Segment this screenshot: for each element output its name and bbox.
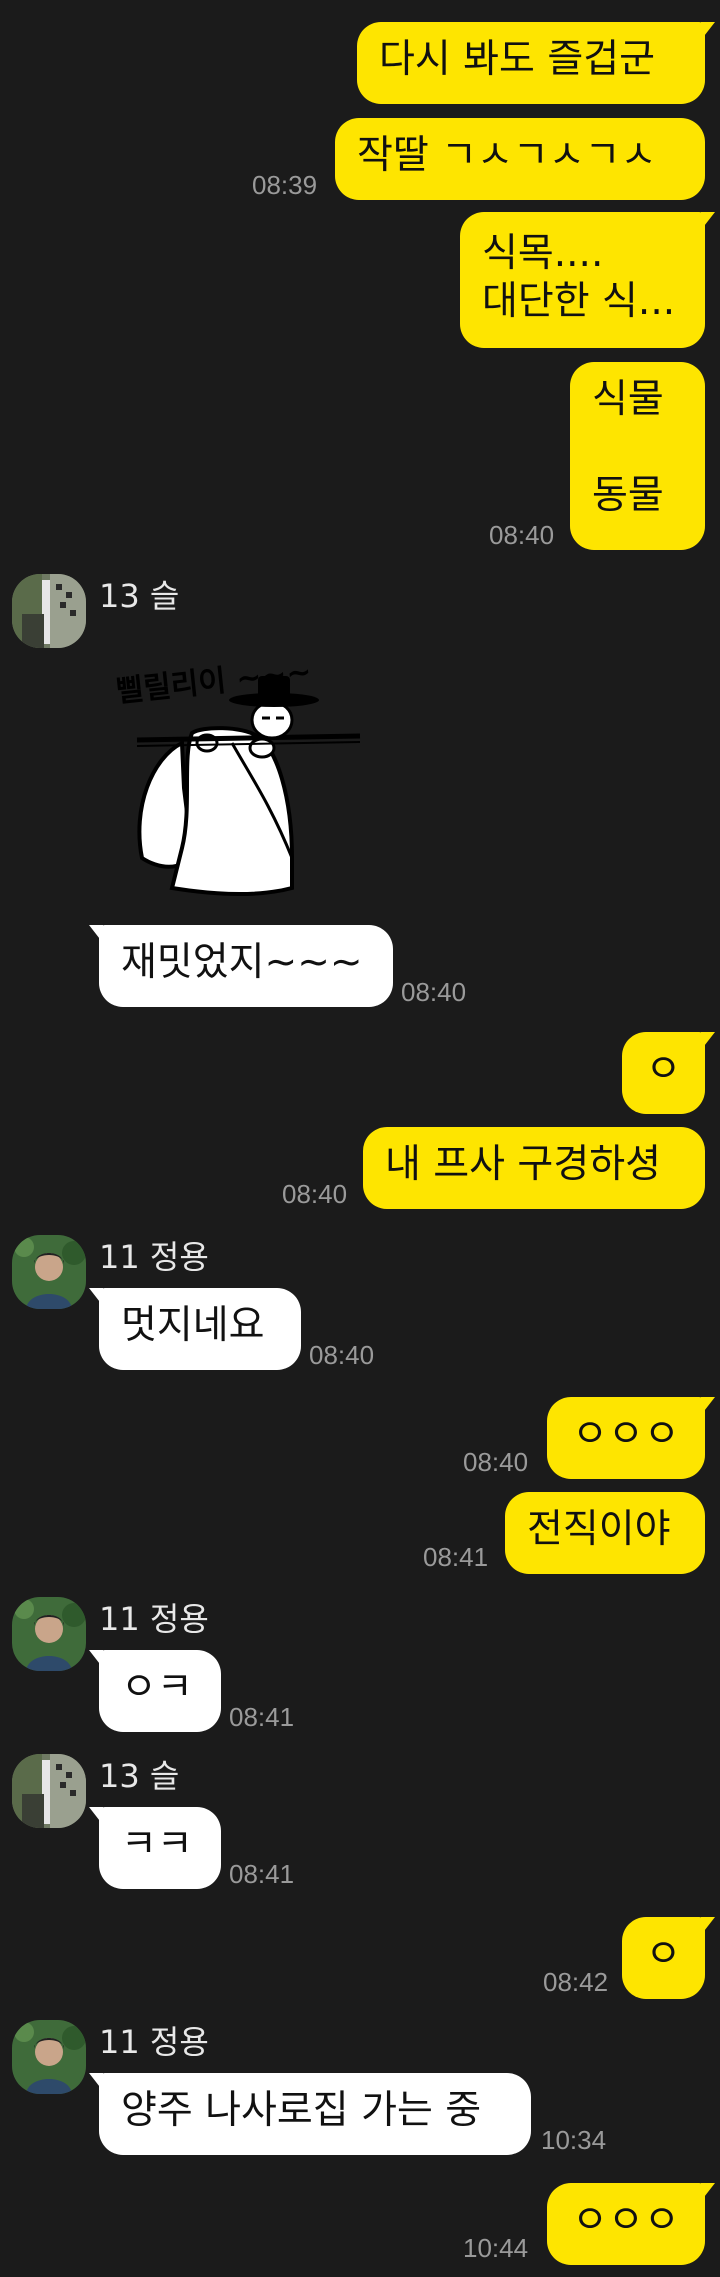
message-bubble-mine[interactable]: ㅇㅇㅇ — [547, 1397, 715, 1479]
avatar[interactable] — [12, 2020, 86, 2094]
flute-player-sticker[interactable]: 삘릴리이 ~~~ — [112, 648, 372, 903]
sender-name: 13 슬 — [99, 1757, 180, 1795]
message-bubble-other[interactable]: ㅇㅋ — [89, 1650, 221, 1732]
message-timestamp: 08:40 — [463, 1447, 529, 1477]
message-timestamp: 08:42 — [543, 1967, 609, 1997]
message-timestamp: 08:40 — [489, 520, 555, 550]
message-bubble-mine[interactable]: 식물 동물 — [570, 362, 705, 550]
message-bubble-mine[interactable]: ㅇ — [622, 1032, 715, 1114]
avatar[interactable] — [12, 1597, 86, 1671]
message-timestamp: 08:40 — [401, 977, 467, 1007]
message-bubble-mine[interactable]: ㅇㅇㅇ — [547, 2183, 715, 2265]
message-timestamp: 08:40 — [282, 1179, 348, 1209]
message-bubble-other[interactable]: 재밋었지~~~ — [89, 925, 393, 1007]
avatar[interactable] — [12, 574, 86, 648]
avatar[interactable] — [12, 1754, 86, 1828]
message-bubble-mine[interactable]: ㅇ — [622, 1917, 715, 1999]
message-bubble-other[interactable]: 양주 나사로집 가는 중 — [89, 2073, 531, 2155]
message-timestamp: 08:41 — [229, 1859, 295, 1889]
sender-name: 11 정용 — [99, 1600, 209, 1638]
sender-name: 11 정용 — [99, 2023, 209, 2061]
message-bubble-mine[interactable]: 다시 봐도 즐겁군 — [357, 22, 715, 104]
avatar[interactable] — [12, 1235, 86, 1309]
message-timestamp: 08:40 — [309, 1340, 375, 1370]
message-timestamp: 08:41 — [423, 1542, 489, 1572]
message-bubble-mine[interactable]: 내 프사 구경하셩 — [363, 1127, 705, 1209]
message-timestamp: 10:34 — [541, 2125, 607, 2155]
sender-name: 11 정용 — [99, 1238, 209, 1276]
message-bubble-mine[interactable]: 전직이야 — [505, 1492, 705, 1574]
message-bubble-other[interactable]: ㅋㅋ — [89, 1807, 221, 1889]
message-bubble-other[interactable]: 멋지네요 — [89, 1288, 301, 1370]
message-bubble-mine[interactable]: 식목.... 대단한 식... — [460, 212, 715, 348]
message-bubble-mine[interactable]: 작딸 ㄱㅅㄱㅅㄱㅅ — [335, 118, 705, 200]
message-timestamp: 08:41 — [229, 1702, 295, 1732]
message-timestamp: 10:44 — [463, 2233, 529, 2263]
sender-name: 13 슬 — [99, 577, 180, 615]
message-timestamp: 08:39 — [252, 170, 318, 200]
